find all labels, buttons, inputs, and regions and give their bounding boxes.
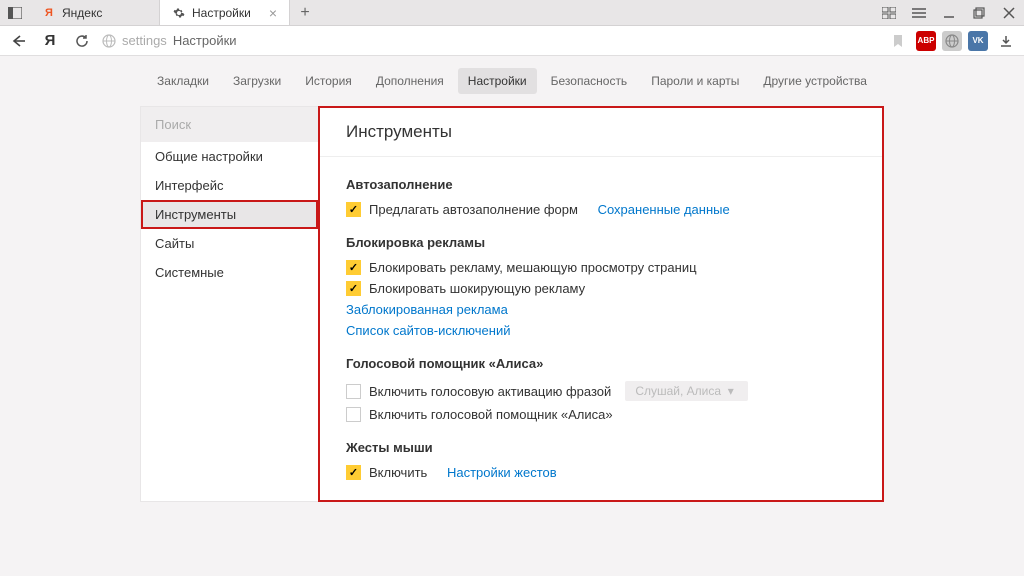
sidebar-search[interactable]: Поиск — [141, 107, 318, 142]
nav-downloads[interactable]: Загрузки — [223, 68, 291, 94]
adblock-option2-row: ✓ Блокировать шокирующую рекламу — [346, 281, 856, 296]
settings-nav: Закладки Загрузки История Дополнения Нас… — [0, 56, 1024, 96]
autofill-option-label: Предлагать автозаполнение форм — [369, 202, 578, 217]
checkbox-enable-alice[interactable] — [346, 407, 361, 422]
yandex-letter-button[interactable]: Я — [38, 29, 62, 53]
checkbox-mouse-gestures[interactable]: ✓ — [346, 465, 361, 480]
minimize-button[interactable] — [934, 0, 964, 25]
arrow-left-icon — [10, 34, 26, 48]
alice-phrase-pill[interactable]: Слушай, Алиса ▾ — [625, 381, 747, 401]
window-controls — [874, 0, 1024, 25]
mouse-option-row: ✓ Включить Настройки жестов — [346, 465, 856, 480]
maximize-button[interactable] — [964, 0, 994, 25]
autofill-option-row: ✓ Предлагать автозаполнение форм Сохране… — [346, 202, 856, 217]
adblock-extension-icon[interactable]: ABP — [916, 31, 936, 51]
adblock-option2-label: Блокировать шокирующую рекламу — [369, 281, 585, 296]
section-mouse-heading: Жесты мыши — [346, 440, 856, 455]
title-bar: Я Яндекс Настройки × + — [0, 0, 1024, 26]
nav-bookmarks[interactable]: Закладки — [147, 68, 219, 94]
blocked-ads-link[interactable]: Заблокированная реклама — [346, 302, 508, 317]
reload-button[interactable] — [70, 29, 94, 53]
menu-button[interactable] — [904, 0, 934, 25]
minimize-icon — [943, 7, 955, 19]
sidebar-item-system[interactable]: Системные — [141, 258, 318, 287]
maximize-icon — [973, 7, 985, 19]
sidebar-item-sites[interactable]: Сайты — [141, 229, 318, 258]
address-field[interactable]: settings Настройки — [102, 33, 878, 48]
settings-content: Инструменты Автозаполнение ✓ Предлагать … — [318, 106, 884, 502]
checkbox-autofill[interactable]: ✓ — [346, 202, 361, 217]
gesture-settings-link[interactable]: Настройки жестов — [447, 465, 557, 480]
sidebar-item-interface[interactable]: Интерфейс — [141, 171, 318, 200]
panel-icon — [8, 7, 22, 19]
yandex-favicon-icon: Я — [42, 6, 56, 20]
nav-other-devices[interactable]: Другие устройства — [753, 68, 877, 94]
new-tab-button[interactable]: + — [290, 0, 320, 25]
adblock-option1-label: Блокировать рекламу, мешающую просмотру … — [369, 260, 697, 275]
browser-tab-yandex[interactable]: Я Яндекс — [30, 0, 160, 25]
address-text: Настройки — [173, 33, 237, 48]
address-prefix: settings — [122, 33, 167, 48]
nav-settings[interactable]: Настройки — [458, 68, 537, 94]
back-button[interactable] — [6, 29, 30, 53]
exception-sites-link[interactable]: Список сайтов-исключений — [346, 323, 510, 338]
bookmark-icon — [892, 34, 904, 48]
section-alice-heading: Голосовой помощник «Алиса» — [346, 356, 856, 371]
tableau-icon — [882, 7, 896, 19]
settings-sidebar: Поиск Общие настройки Интерфейс Инструме… — [140, 106, 318, 502]
autofill-saved-link[interactable]: Сохраненные данные — [598, 202, 730, 217]
alice-option2-row: Включить голосовой помощник «Алиса» — [346, 407, 856, 422]
browser-tab-settings[interactable]: Настройки × — [160, 0, 290, 25]
alice-option1-row: Включить голосовую активацию фразой Слуш… — [346, 381, 856, 401]
checkbox-block-intrusive[interactable]: ✓ — [346, 260, 361, 275]
alice-option2-label: Включить голосовой помощник «Алиса» — [369, 407, 613, 422]
tableau-button[interactable] — [874, 0, 904, 25]
main-area: Поиск Общие настройки Интерфейс Инструме… — [0, 96, 1024, 502]
close-tab-icon[interactable]: × — [269, 5, 277, 21]
globe-icon — [102, 34, 116, 48]
hamburger-icon — [912, 7, 926, 19]
panel-toggle-button[interactable] — [0, 0, 30, 25]
nav-passwords[interactable]: Пароли и карты — [641, 68, 749, 94]
reload-icon — [75, 34, 89, 48]
url-bar-right: ABP VK — [886, 29, 1018, 53]
adblock-option1-row: ✓ Блокировать рекламу, мешающую просмотр… — [346, 260, 856, 275]
nav-history[interactable]: История — [295, 68, 362, 94]
bookmark-button[interactable] — [886, 29, 910, 53]
tab-label: Яндекс — [62, 6, 102, 20]
section-autofill-heading: Автозаполнение — [346, 177, 856, 192]
url-bar: Я settings Настройки ABP VK — [0, 26, 1024, 56]
gear-icon — [172, 6, 186, 20]
download-icon — [999, 34, 1013, 48]
checkbox-voice-activation[interactable] — [346, 384, 361, 399]
nav-addons[interactable]: Дополнения — [366, 68, 454, 94]
sidebar-item-general[interactable]: Общие настройки — [141, 142, 318, 171]
globe-extension-icon[interactable] — [942, 31, 962, 51]
tab-label: Настройки — [192, 6, 251, 20]
sidebar-item-tools[interactable]: Инструменты — [141, 200, 318, 229]
content-title: Инструменты — [320, 108, 882, 157]
downloads-button[interactable] — [994, 29, 1018, 53]
alice-option1-label: Включить голосовую активацию фразой — [369, 384, 611, 399]
section-adblock-heading: Блокировка рекламы — [346, 235, 856, 250]
checkbox-block-shocking[interactable]: ✓ — [346, 281, 361, 296]
nav-security[interactable]: Безопасность — [541, 68, 638, 94]
mouse-option-label: Включить — [369, 465, 427, 480]
vk-extension-icon[interactable]: VK — [968, 31, 988, 51]
close-window-button[interactable] — [994, 0, 1024, 25]
close-icon — [1003, 7, 1015, 19]
